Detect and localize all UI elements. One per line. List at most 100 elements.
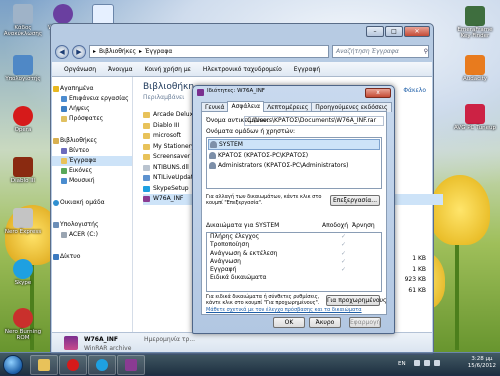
opera-icon[interactable]: Opera (0, 106, 46, 133)
folder-icon (143, 154, 150, 160)
address-bar[interactable]: ▸ Βιβλιοθήκες ▸ Έγγραφα (89, 45, 329, 58)
volume-tray-icon[interactable] (434, 360, 440, 366)
dll-file-icon (143, 164, 150, 171)
list-item[interactable]: Administrators (ΚΡΑΤΟΣ-PC\Administrators… (208, 161, 380, 170)
edit-button[interactable]: Επεξεργασία... (330, 195, 380, 206)
search-input[interactable]: Αναζήτηση Έγγραφα ⚲ (332, 45, 429, 58)
table-row: Εγγραφή ✓ (207, 266, 381, 274)
nav-desktop[interactable]: Επιφάνεια εργασίας (52, 94, 132, 104)
opera-icon (67, 359, 79, 371)
computer-icon[interactable]: Υπολογιστής (0, 55, 46, 82)
nero-express-icon[interactable]: Nero Express (0, 208, 46, 235)
security-tab-page: Όνομα αντικειμένου: C:\Users\ΚΡΑΤΟΣ\Docu… (201, 111, 387, 315)
dialog-close-button[interactable]: x (365, 88, 391, 98)
nero-burning-rom-icon[interactable]: Nero Burning ROM (0, 308, 46, 341)
audacity-icon[interactable]: Audacity (452, 55, 498, 82)
winrar-archive-icon (64, 336, 78, 350)
user-icon (209, 152, 216, 159)
users-list: SYSTEM ΚΡΑΤΟΣ (ΚΡΑΤΟΣ-PC\ΚΡΑΤΟΣ) Adminis… (206, 137, 382, 189)
nav-drive-c[interactable]: ACER (C:) (52, 230, 132, 240)
dialog-title: Ιδιότητες: W76A_INF (207, 88, 265, 94)
taskbar-explorer-button[interactable] (30, 355, 58, 375)
file-size: 1 KB (412, 255, 426, 262)
burn-button[interactable]: Εγγραφή (294, 66, 320, 73)
start-button[interactable] (3, 355, 23, 375)
skype-icon[interactable]: Skype (0, 259, 46, 286)
pictures-icon (61, 168, 67, 174)
network-tray-icon[interactable] (424, 360, 430, 366)
nav-label: Έγγραφα (69, 157, 97, 164)
list-item[interactable]: ΚΡΑΤΟΣ (ΚΡΑΤΟΣ-PC\ΚΡΑΤΟΣ) (208, 151, 380, 160)
table-row: Ειδικά δικαιώματα (207, 274, 381, 282)
breadcrumb-documents[interactable]: Έγγραφα (145, 48, 172, 55)
list-item[interactable]: SYSTEM (208, 139, 380, 150)
learn-permissions-link[interactable]: Μάθετε σχετικά με τον έλεγχο πρόσβασης κ… (206, 307, 362, 313)
file-name: Screensaver (153, 153, 191, 160)
window-controls: – □ ✕ (366, 26, 430, 37)
nav-documents[interactable]: Έγγραφα (52, 156, 132, 166)
key-finder-icon (465, 6, 485, 26)
diablo-icon[interactable]: Diablo III (0, 157, 46, 184)
details-file-name: W76A_INF (84, 336, 118, 343)
desktop-icon (61, 96, 67, 102)
nav-network[interactable]: Δίκτυο (52, 252, 132, 262)
organize-button[interactable]: Οργάνωση (64, 66, 96, 73)
check-icon: ✓ (341, 241, 347, 249)
clock-date: 15/6/2012 (467, 363, 496, 369)
permission-name: Εγγραφή (210, 266, 237, 274)
nero-burning-rom-icon (13, 308, 33, 328)
forward-button[interactable]: ▶ (72, 44, 86, 59)
nav-music[interactable]: Μουσική (52, 176, 132, 186)
pc-tuneup-icon[interactable]: AVG PC Tuneup (452, 104, 498, 131)
language-indicator[interactable]: EN (398, 361, 406, 367)
folder-icon (38, 359, 50, 371)
nav-libraries[interactable]: Βιβλιοθήκες (52, 136, 132, 146)
maximize-button[interactable]: □ (385, 26, 403, 37)
user-name: SYSTEM (219, 141, 243, 148)
nav-favorites[interactable]: Αγαπημένα (52, 84, 132, 94)
breadcrumb-separator-icon: ▸ (139, 48, 143, 55)
nav-pictures[interactable]: Εικόνες (52, 166, 132, 176)
user-group-icon (209, 162, 216, 169)
navigation-pane: Αγαπημένα Επιφάνεια εργασίας Λήψεις Πρόσ… (52, 77, 133, 335)
desktop-icon-label: Υπολογιστής (5, 76, 41, 82)
minimize-button[interactable]: – (366, 26, 384, 37)
file-name: NTILiveUpdate (153, 174, 197, 181)
cancel-button[interactable]: Άκυρο (309, 317, 341, 328)
documents-icon (61, 158, 67, 164)
diablo-icon (13, 157, 33, 177)
file-size: 61 KB (408, 286, 426, 294)
nav-videos[interactable]: Βίντεο (52, 146, 132, 156)
nav-homegroup[interactable]: Οικιακή ομάδα (52, 198, 132, 208)
email-button[interactable]: Ηλεκτρονικό ταχυδρομείο (203, 66, 282, 73)
winrar-icon (125, 359, 137, 371)
arrange-by-dropdown[interactable]: Φάκελο (403, 87, 426, 94)
share-with-button[interactable]: Κοινή χρήση με (145, 66, 191, 73)
open-button[interactable]: Άνοιγμα (108, 66, 133, 73)
advanced-hint: Για ειδικά δικαιώματα ή σύνθετες ρυθμίσε… (206, 294, 320, 306)
key-finder-icon[interactable]: EmeraFrame Key Finder (452, 6, 498, 39)
taskbar-opera-button[interactable] (59, 355, 87, 375)
desktop-icon-label: AVG PC Tuneup (454, 125, 496, 131)
library-subtitle[interactable]: Περιλαμβάνει (143, 94, 184, 101)
apply-button[interactable]: Εφαρμογή (349, 317, 381, 328)
folder-icon (143, 133, 150, 139)
tray-arrow-icon[interactable] (414, 360, 420, 366)
ok-button[interactable]: OK (273, 317, 305, 328)
library-icon (53, 138, 59, 144)
search-placeholder: Αναζήτηση Έγγραφα (336, 48, 399, 55)
nav-computer[interactable]: Υπολογιστής (52, 220, 132, 230)
skype-file-icon (143, 185, 150, 192)
nav-recent[interactable]: Πρόσφατες (52, 114, 132, 124)
file-name: W76A_INF (153, 195, 184, 202)
taskbar-winrar-button[interactable] (117, 355, 145, 375)
back-button[interactable]: ◀ (55, 44, 69, 59)
close-button[interactable]: ✕ (404, 26, 430, 37)
folder-icon (143, 143, 150, 150)
taskbar-skype-button[interactable] (88, 355, 116, 375)
breadcrumb-libraries[interactable]: Βιβλιοθήκες (99, 48, 136, 55)
advanced-button[interactable]: Για προχωρημένους (326, 295, 387, 306)
tab-security[interactable]: Ασφάλεια (227, 101, 265, 112)
nav-downloads[interactable]: Λήψεις (52, 104, 132, 114)
clock[interactable]: 3:28 μμ 15/6/2012 (468, 356, 496, 370)
